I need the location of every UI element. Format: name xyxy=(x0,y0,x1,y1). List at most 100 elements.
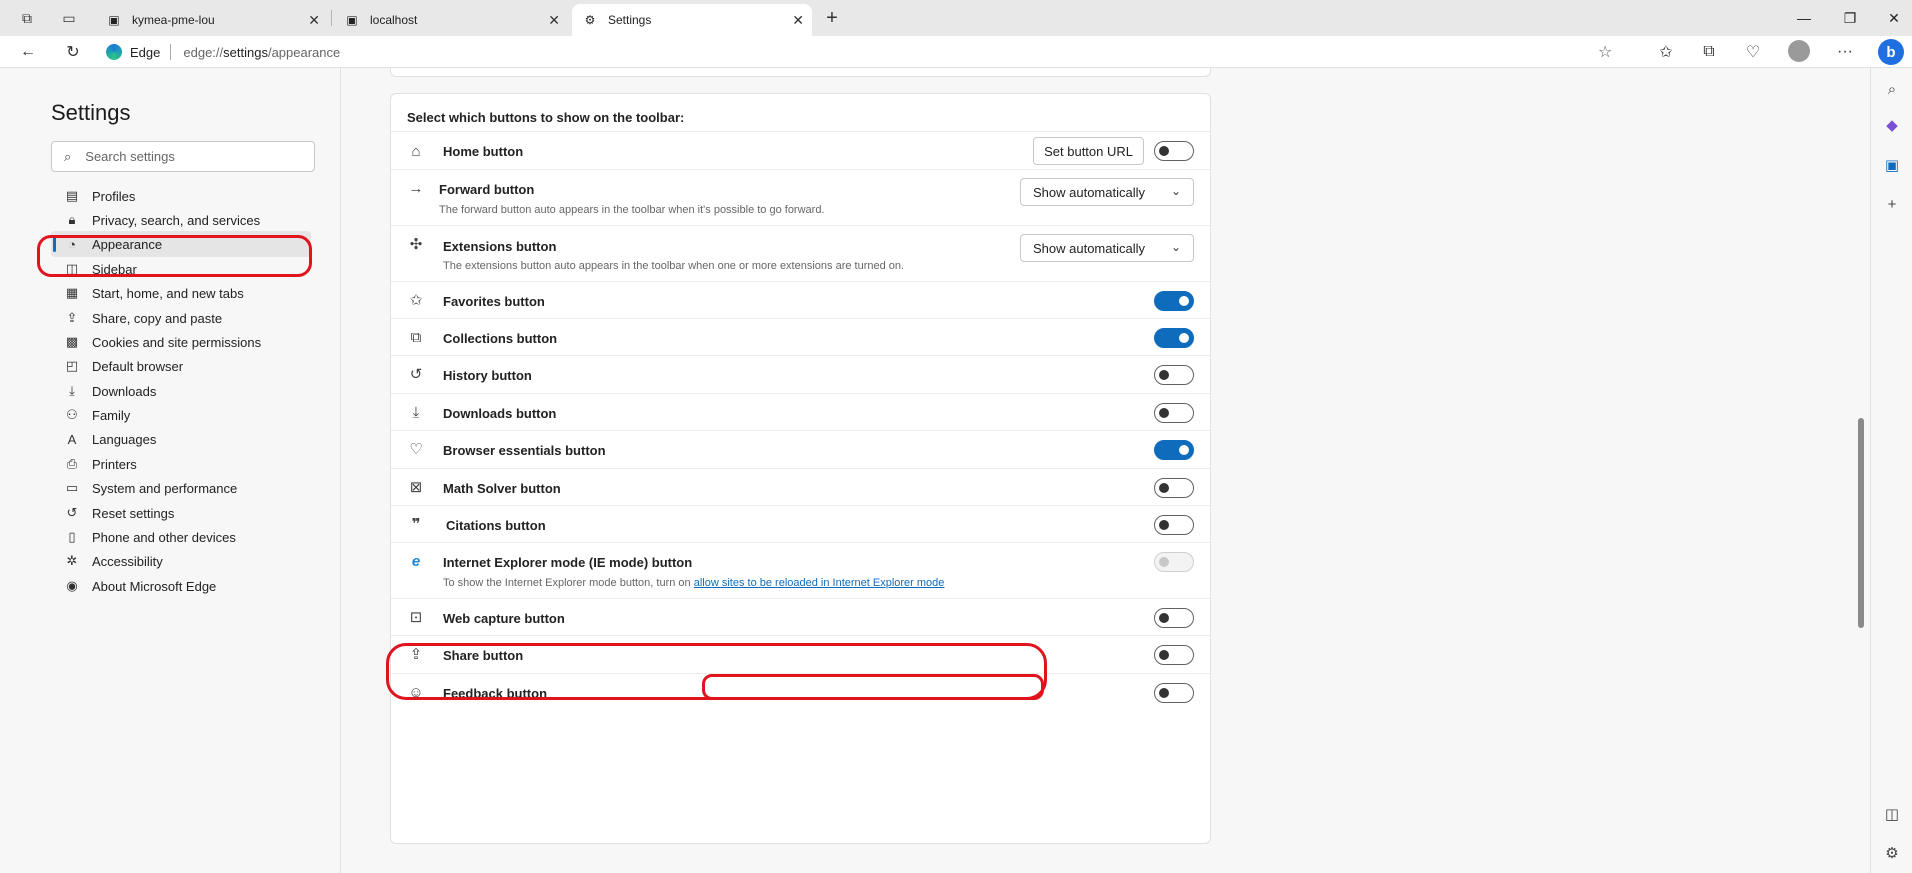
settings-sidebar: Settings ⌕ ▤ Profiles 🔒︎ Privacy, search, … xyxy=(0,68,341,873)
math-solver-button-row: ⊠ Math Solver button xyxy=(391,468,1210,505)
citations-button-toggle[interactable] xyxy=(1154,515,1194,535)
more-icon[interactable]: ··· xyxy=(1831,40,1859,64)
sidebar-item-reset[interactable]: ↺ Reset settings xyxy=(51,500,311,526)
printer-icon: ⎙ xyxy=(66,456,78,471)
collections-icon: ⧉ xyxy=(410,328,422,346)
sidebar-toggle-icon[interactable]: ◫ xyxy=(1881,803,1903,825)
history-button-toggle[interactable] xyxy=(1154,365,1194,385)
back-icon[interactable]: ← xyxy=(14,40,42,64)
browser-essentials-icon[interactable]: ♡ xyxy=(1739,40,1767,64)
close-icon[interactable]: ✕ xyxy=(792,12,804,29)
sidebar-item-start-home[interactable]: ▦ Start, home, and new tabs xyxy=(51,280,311,306)
sidebar-item-label: Privacy, search, and services xyxy=(92,212,261,228)
sidebar-icon: ◫ xyxy=(65,261,79,276)
tab-kymea[interactable]: ▣ kymea-pme-lou ✕ xyxy=(96,4,328,36)
tab-settings[interactable]: ⚙ Settings ✕ xyxy=(572,4,812,36)
sidebar-item-about[interactable]: ◉ About Microsoft Edge xyxy=(51,573,311,599)
settings-title: Settings xyxy=(51,100,131,125)
favorites-icon: ✩ xyxy=(409,292,423,309)
set-button-url-button[interactable]: Set button URL xyxy=(1033,137,1144,165)
url-scheme: edge:// xyxy=(183,44,224,60)
sidebar-item-accessibility[interactable]: ✲ Accessibility xyxy=(51,548,311,574)
forward-button-row: → Forward button The forward button auto… xyxy=(391,169,1210,225)
tab-actions-icon[interactable]: ▭ xyxy=(55,6,83,30)
sidebar-item-downloads[interactable]: ⤓ Downloads xyxy=(51,378,311,404)
downloads-button-toggle[interactable] xyxy=(1154,403,1194,423)
row-label: Collections button xyxy=(443,331,558,346)
sidebar-item-system[interactable]: ▭ System and performance xyxy=(51,475,311,501)
palette-icon: ◔ xyxy=(68,236,76,252)
sidebar-item-label: Appearance xyxy=(92,236,163,252)
close-icon[interactable]: ✕ xyxy=(548,12,560,29)
sidebar-item-phone[interactable]: ▯ Phone and other devices xyxy=(51,524,311,550)
address-bar[interactable]: Edge edge://settings/appearance xyxy=(106,39,1626,65)
tab-title: kymea-pme-lou xyxy=(132,13,215,27)
sidebar-item-appearance[interactable]: ◔ Appearance xyxy=(51,231,311,257)
search-icon[interactable]: ⌕ xyxy=(1881,78,1903,100)
sidebar-item-label: Cookies and site permissions xyxy=(92,334,262,350)
sidebar-item-label: Printers xyxy=(92,456,137,472)
sidebar-item-languages[interactable]: A Languages xyxy=(51,426,311,452)
sidebar-item-label: Languages xyxy=(92,431,157,447)
sidebar-item-printers[interactable]: ⎙ Printers xyxy=(51,451,311,477)
bing-copilot-icon[interactable]: b xyxy=(1878,39,1904,65)
permissions-icon: ▩ xyxy=(65,334,79,349)
feedback-button-toggle[interactable] xyxy=(1154,683,1194,703)
sidebar-item-label: Phone and other devices xyxy=(92,529,236,545)
chevron-down-icon: ⌄ xyxy=(1170,184,1181,198)
collections-icon[interactable]: ⧉ xyxy=(1695,40,1723,64)
home-button-toggle[interactable] xyxy=(1154,141,1194,161)
search-input[interactable] xyxy=(85,149,286,164)
new-tab-icon[interactable]: + xyxy=(818,6,846,30)
browser-essentials-button-toggle[interactable] xyxy=(1154,440,1194,460)
forward-button-dropdown[interactable]: Show automatically ⌄ xyxy=(1020,178,1194,206)
favorite-star-icon[interactable]: ☆ xyxy=(1598,42,1612,62)
search-box[interactable]: ⌕ xyxy=(51,141,315,172)
sidebar-item-privacy[interactable]: 🔒︎ Privacy, search, and services xyxy=(51,207,311,233)
row-description: To show the Internet Explorer mode butto… xyxy=(443,577,944,589)
extensions-button-dropdown[interactable]: Show automatically ⌄ xyxy=(1020,234,1194,262)
favorites-icon[interactable]: ✩ xyxy=(1652,40,1680,64)
sidebar-item-label: Profiles xyxy=(92,188,136,204)
math-solver-button-toggle[interactable] xyxy=(1154,478,1194,498)
browser-icon: ◰ xyxy=(65,358,79,373)
browser-toolbar: ← ↻ Edge edge://settings/appearance ☆ ✩ … xyxy=(0,36,1912,68)
feedback-icon: ☺ xyxy=(408,683,424,701)
window-close-icon[interactable]: ✕ xyxy=(1874,6,1912,30)
url-path: /appearance xyxy=(267,44,341,60)
workspaces-icon[interactable]: ⧉ xyxy=(13,6,41,30)
dropdown-value: Show automatically xyxy=(1033,184,1145,200)
ie-mode-link[interactable]: allow sites to be reloaded in Internet E… xyxy=(694,577,945,589)
address-separator xyxy=(170,44,172,60)
sidebar-item-label: Accessibility xyxy=(92,553,163,569)
dropdown-value: Show automatically xyxy=(1033,240,1145,256)
restore-icon[interactable]: ❐ xyxy=(1830,6,1870,30)
sidebar-item-default-browser[interactable]: ◰ Default browser xyxy=(51,353,311,379)
row-label: Favorites button xyxy=(443,294,545,309)
collections-button-toggle[interactable] xyxy=(1154,328,1194,348)
citations-button-row: ❞ Citations button xyxy=(391,505,1210,542)
add-icon[interactable]: + xyxy=(1881,193,1903,215)
languages-icon: A xyxy=(67,431,77,447)
web-capture-button-toggle[interactable] xyxy=(1154,608,1194,628)
share-button-toggle[interactable] xyxy=(1154,645,1194,665)
gear-icon[interactable]: ⚙ xyxy=(1881,842,1903,864)
avatar[interactable] xyxy=(1788,40,1810,62)
sidebar-item-profiles[interactable]: ▤ Profiles xyxy=(51,183,311,209)
share-icon: ⇪ xyxy=(66,310,78,325)
sidebar-item-share-copy[interactable]: ⇪ Share, copy and paste xyxy=(51,305,311,331)
sidebar-item-label: Share, copy and paste xyxy=(92,310,223,326)
sidebar-item-cookies[interactable]: ▩ Cookies and site permissions xyxy=(51,329,311,355)
tab-localhost[interactable]: ▣ localhost ✕ xyxy=(334,4,568,36)
row-label: Citations button xyxy=(446,518,546,533)
sidebar-item-sidebar[interactable]: ◫ Sidebar xyxy=(51,256,311,282)
favorites-button-toggle[interactable] xyxy=(1154,291,1194,311)
copilot-icon[interactable]: ◆ xyxy=(1881,114,1903,136)
scrollbar[interactable] xyxy=(1855,68,1867,873)
minimize-icon[interactable]: — xyxy=(1784,6,1824,30)
outlook-icon[interactable]: ▣ xyxy=(1881,154,1903,176)
close-icon[interactable]: ✕ xyxy=(308,12,320,29)
scrollbar-thumb[interactable] xyxy=(1858,418,1864,628)
sidebar-item-family[interactable]: ⚇ Family xyxy=(51,402,311,428)
refresh-icon[interactable]: ↻ xyxy=(59,40,87,64)
